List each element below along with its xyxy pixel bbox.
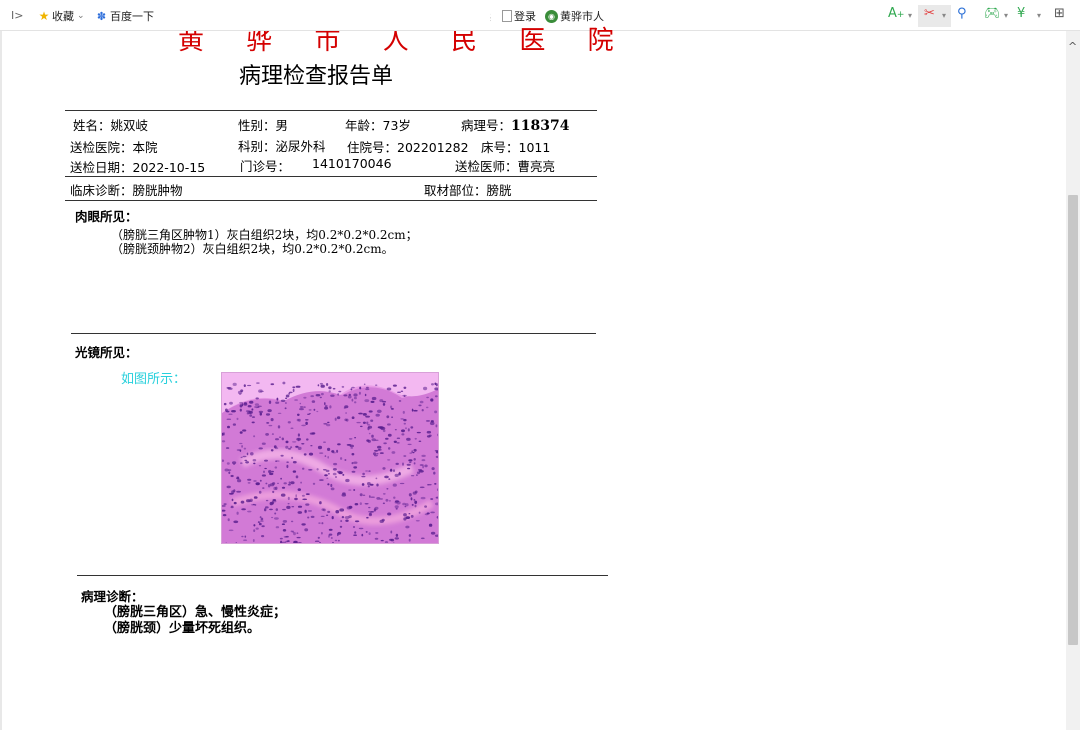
bed-number: 床号：1011 (481, 140, 551, 155)
microscopic-note: 如图所示： (121, 372, 187, 387)
sending-doctor: 送检医师：曹亮亮 (455, 159, 556, 174)
inpatient-number: 住院号：202201282 (347, 140, 469, 155)
page-border (0, 31, 2, 730)
chevron-down-icon[interactable]: ▾ (1037, 11, 1041, 29)
bookmark-baidu[interactable]: ✽ 百度一下 (95, 8, 154, 24)
bookmark-label: 百度一下 (110, 10, 154, 23)
scissors-icon[interactable]: ✂ (924, 6, 935, 24)
histology-image-drawing (222, 373, 438, 543)
sample-site: 取材部位：膀胱 (424, 183, 512, 198)
histology-image (221, 372, 439, 544)
baidu-paw-icon: ✽ (96, 9, 107, 23)
patient-name: 姓名：姚双岐 (73, 118, 149, 133)
bookmark-favorites[interactable]: ★ 收藏 ⌄ (38, 8, 85, 24)
hospital-name: 黄 骅 市 人 民 医 院 (178, 26, 631, 56)
chevron-down-icon[interactable]: ▾ (1004, 11, 1008, 29)
microscopic-findings-title: 光镜所见： (75, 345, 138, 360)
divider (65, 200, 597, 201)
chevron-down-icon[interactable]: ⌄ (77, 11, 85, 21)
sidebar-toggle-icon[interactable]: I> (11, 9, 23, 22)
divider (77, 575, 608, 576)
divider (65, 110, 597, 111)
pathology-number-label: 病理号： (461, 118, 512, 133)
patient-gender: 性别：男 (238, 118, 289, 133)
scrollbar-thumb[interactable] (1068, 195, 1078, 645)
apps-grid-icon[interactable]: ⊞ (1054, 6, 1065, 24)
outpatient-number: 1410170046 (312, 156, 392, 171)
patient-age: 年龄：73岁 (345, 118, 411, 133)
send-date: 送检日期：2022-10-15 (70, 160, 206, 175)
pathology-number: 病理号：118374 (461, 115, 569, 134)
chevron-down-icon[interactable]: ▾ (942, 11, 946, 29)
bookmark-label: 收藏 (52, 10, 74, 23)
scroll-up-icon[interactable]: ^ (1068, 40, 1077, 53)
report-title: 病理检查报告单 (239, 64, 394, 89)
gross-findings-title: 肉眼所见： (75, 209, 138, 224)
gross-finding-line: （膀胱颈肿物2）灰白组织2块，均0.2*0.2*0.2cm。 (111, 242, 394, 256)
divider (65, 176, 597, 177)
pathology-number-value: 118374 (511, 118, 570, 134)
clinical-diagnosis: 临床诊断：膀胱肿物 (70, 183, 183, 198)
department: 科别：泌尿外科 (238, 139, 326, 154)
sending-hospital: 送检医院：本院 (70, 140, 158, 155)
yen-shield-icon[interactable]: ¥ (1017, 6, 1025, 24)
translate-icon[interactable]: A+ (888, 6, 904, 24)
diagnosis-line: （膀胱颈）少量坏死组织。 (104, 621, 261, 636)
search-icon[interactable]: ⚲ (957, 6, 967, 24)
outpatient-label: 门诊号： (240, 159, 291, 174)
gamepad-icon[interactable]: 🎮︎ (984, 6, 1001, 24)
divider (71, 333, 596, 334)
star-icon: ★ (38, 8, 50, 23)
tmall-icon: T (163, 9, 176, 23)
chevron-down-icon[interactable]: ▾ (908, 11, 912, 29)
